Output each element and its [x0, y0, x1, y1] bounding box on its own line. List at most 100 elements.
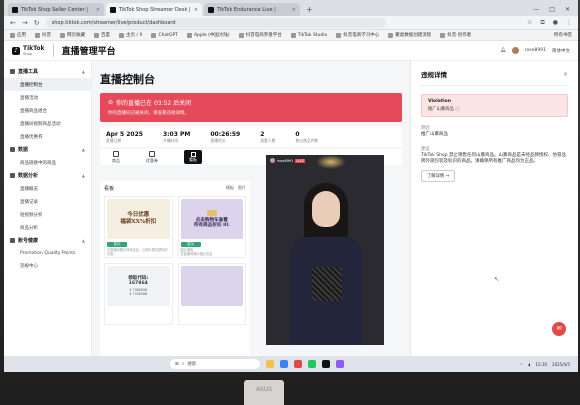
bookmark[interactable]: Apple (中国大陆): [186, 32, 230, 38]
language-selector[interactable]: 简体中文: [552, 48, 570, 54]
app-icon[interactable]: [336, 360, 344, 368]
close-tab-icon[interactable]: ×: [194, 7, 198, 13]
info-icon[interactable]: ⓘ: [455, 107, 459, 112]
sidebar-item-live-console[interactable]: 直播控制台: [4, 78, 91, 91]
browser-tab-active[interactable]: TikTok Shop Streamer Desk | ×: [106, 3, 202, 16]
browser-tab[interactable]: TikTok Endurance Live | ×: [204, 3, 300, 16]
bookmark[interactable]: 应用: [10, 32, 26, 38]
streamer-face: [312, 191, 340, 227]
close-tab-icon[interactable]: ×: [96, 7, 100, 13]
tab-images[interactable]: 图片: [238, 185, 246, 192]
sidebar-item-live-overview[interactable]: 直播概览: [4, 182, 91, 195]
window-controls: — □ ✕: [525, 3, 578, 16]
sidebar-item-violation-center[interactable]: 违规中心: [4, 259, 91, 272]
tiktok-shop-logo[interactable]: ♪ TikTok Shop: [12, 45, 45, 56]
sidebar-item-live-events[interactable]: 直播活动: [4, 91, 91, 104]
show-button[interactable]: 显示: [107, 242, 127, 247]
clock[interactable]: 15:30: [536, 362, 548, 367]
minimize-icon[interactable]: —: [533, 3, 539, 16]
all-bookmarks[interactable]: 所有书签: [554, 32, 572, 38]
tool-coupons[interactable]: 优惠券: [146, 150, 158, 164]
bookmark[interactable]: 抖音电商罗盘平台: [238, 32, 282, 38]
board-card[interactable]: 领取代码: 167864 $ 7460856 $ 7446586: [104, 263, 173, 325]
app-icon[interactable]: [322, 360, 330, 368]
back-icon[interactable]: ←: [10, 19, 16, 27]
notification-bell-icon[interactable]: 🔔︎: [500, 48, 506, 53]
taskbar-search[interactable]: ⊞ ⌕ 搜索: [170, 359, 260, 369]
sidebar-item-video-campaigns[interactable]: 直播间视频商品活动: [4, 117, 91, 130]
bookmark[interactable]: 主页 / X: [119, 32, 142, 38]
new-tab-button[interactable]: +: [302, 3, 317, 16]
bookmark[interactable]: 百度: [94, 32, 110, 38]
wifi-icon[interactable]: ◠: [520, 362, 524, 367]
tab-templates[interactable]: 模板: [226, 185, 234, 192]
board-card[interactable]: [177, 263, 246, 325]
avatar[interactable]: [511, 47, 519, 54]
violation-reason: 推广山寨商品: [428, 107, 454, 112]
app-icon[interactable]: [280, 360, 288, 368]
url-field[interactable]: shop.tiktok.com/streamer/live/product/da…: [45, 17, 386, 28]
chandelier: [316, 155, 346, 169]
stat-date: Apr 5 2025 直播日期: [106, 130, 143, 143]
bookmark[interactable]: 网页收藏: [60, 32, 85, 38]
sidebar-group-account-health[interactable]: 账号健康 ▲: [4, 234, 91, 247]
show-button[interactable]: 显示: [180, 242, 201, 247]
sidebar-item-live-records[interactable]: 直播记录: [4, 195, 91, 208]
windows-start-icon[interactable]: ⊞: [175, 362, 179, 367]
close-icon[interactable]: ×: [563, 71, 568, 78]
banner-subtitle: 你的直播间已被关闭，请查看违规详情。: [108, 111, 189, 116]
tool-board[interactable]: 看板: [184, 150, 202, 164]
bookmark[interactable]: TikTok Studio: [290, 32, 327, 38]
sidebar-item-coupons[interactable]: 直播优惠券: [4, 130, 91, 143]
star-icon[interactable]: ☆: [527, 19, 532, 27]
bookmark[interactable]: ChatGPT: [151, 32, 178, 38]
mouse-cursor-icon: ↖: [494, 276, 500, 283]
bookmark[interactable]: 抖音电商学习中心: [336, 32, 379, 38]
sidebar-item-product-analytics[interactable]: 商品分析: [4, 221, 91, 234]
username[interactable]: rose8991: [525, 48, 546, 53]
board-card[interactable]: 今日优惠 福袋XX%折扣 显示 在直播间展示商品信息，让观众更清楚你的优惠。: [104, 196, 173, 258]
app-header: ♪ TikTok Shop 直播管理平台 🔔︎ rose8991 简体中文: [4, 41, 578, 61]
crown-icon: [206, 209, 217, 216]
profile-icon[interactable]: ●: [553, 19, 558, 27]
chat-support-button[interactable]: ✉: [552, 322, 566, 336]
board-cards: 今日优惠 福袋XX%折扣 显示 在直播间展示商品信息，让观众更清楚你的优惠。 点…: [104, 196, 246, 325]
close-tab-icon[interactable]: ×: [292, 7, 296, 13]
browser-tab[interactable]: TikTok Shop Seller Center | ×: [8, 3, 104, 16]
app-icon[interactable]: [308, 360, 316, 368]
bookmark[interactable]: 抖音·创作者: [440, 32, 471, 38]
monitor-brand: ASUS: [255, 386, 273, 393]
reload-icon[interactable]: ↻: [34, 19, 40, 27]
volume-icon[interactable]: ◖: [528, 362, 530, 367]
chevron-up-icon: ▲: [81, 147, 85, 152]
sidebar-group-data[interactable]: 数据 ▲: [4, 143, 91, 156]
sidebar-item-quality-points[interactable]: Promotion Quality Points: [4, 247, 91, 259]
tab-title: TikTok Shop Streamer Desk |: [119, 6, 191, 13]
maximize-icon[interactable]: □: [549, 3, 555, 16]
sidebar-item-video-analytics[interactable]: 短视频分析: [4, 208, 91, 221]
address-bar: ← → ↻ shop.tiktok.com/streamer/live/prod…: [4, 16, 578, 30]
forward-icon[interactable]: →: [22, 19, 28, 27]
tool-products[interactable]: 商品: [112, 150, 120, 164]
app-icon[interactable]: [266, 360, 274, 368]
bookmark[interactable]: 抖音: [35, 32, 51, 38]
app-icon[interactable]: [294, 360, 302, 368]
coupon-icon: [149, 150, 155, 157]
sidebar-item-product-sets[interactable]: 直播商品组合: [4, 104, 91, 117]
sidebar-item-linked-products[interactable]: 商品链接中的商品: [4, 156, 91, 169]
url-text: shop.tiktok.com/streamer/live/product/da…: [51, 19, 176, 26]
sidebar-group-live-tools[interactable]: 直播工具 ▲: [4, 65, 91, 78]
live-stats: Apr 5 2025 直播日期 3:03 PM 开播时间 00:26:59 直播时长 …: [100, 127, 402, 147]
sidebar-group-analytics[interactable]: 数据分析 ▲: [4, 169, 91, 182]
folder-icon: [388, 32, 394, 38]
date[interactable]: 2025/4/5: [552, 362, 570, 367]
menu-icon[interactable]: ⋮: [566, 19, 572, 27]
live-closed-banner: ⊘ 你的直播已在 03:52 后关闭 你的直播间已被关闭，请查看违规详情。: [100, 93, 402, 122]
close-window-icon[interactable]: ✕: [565, 3, 570, 16]
learn-more-button[interactable]: 了解详情 →: [421, 170, 456, 183]
live-video-preview[interactable]: rose8991 LIVE: [266, 155, 384, 345]
browser-tabstrip: TikTok Shop Seller Center | × TikTok Sho…: [4, 0, 578, 16]
extensions-icon[interactable]: ⧉: [540, 19, 544, 27]
bookmark[interactable]: 聚类数据创建流程: [388, 32, 431, 38]
board-card[interactable]: 点击购物车查看 所有商品折扣 8L 显示 图片模板 在直播间展示图片信息: [177, 196, 246, 258]
